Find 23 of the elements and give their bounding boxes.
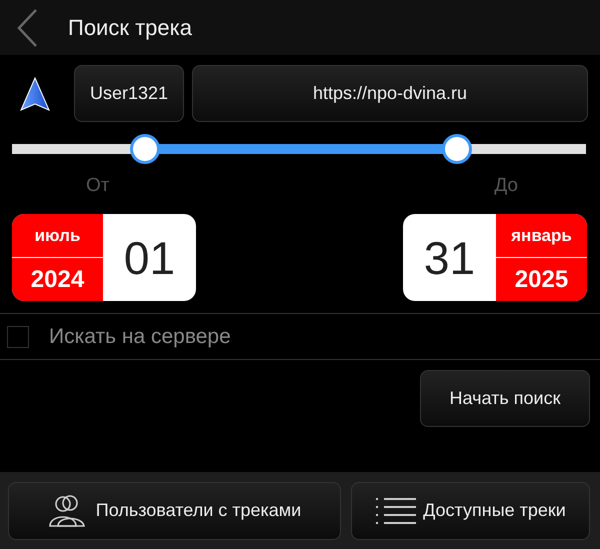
date-picker[interactable]: 31 январь 2025	[403, 214, 587, 301]
range-label: До	[494, 175, 518, 197]
slider-thumb[interactable]	[130, 134, 160, 164]
year-label: 2025	[514, 264, 570, 294]
footer-button[interactable]: Доступные треки	[351, 482, 590, 540]
search-button[interactable]: Начать поиск	[420, 370, 590, 427]
list-icon	[375, 496, 418, 526]
range-label: От	[86, 175, 110, 197]
day-label: 01	[122, 230, 176, 286]
slider-thumb[interactable]	[442, 134, 472, 164]
checkbox-label: Искать на сервере	[49, 324, 231, 348]
month-label: июль	[12, 214, 103, 258]
footer-button[interactable]: Пользователи с треками	[8, 482, 341, 540]
date-picker[interactable]: июль 2024 01	[12, 214, 196, 301]
screen-title: Поиск трека	[68, 14, 192, 40]
server-button[interactable]: https://npo-dvina.ru	[192, 65, 588, 122]
month-label: январь	[496, 214, 587, 258]
year-label: 2024	[30, 264, 86, 294]
user-button[interactable]: User1321	[74, 65, 184, 122]
back-icon[interactable]	[16, 8, 38, 48]
day-label: 31	[422, 230, 476, 286]
navigation-arrow-icon	[20, 76, 50, 110]
checkbox[interactable]	[7, 326, 29, 348]
